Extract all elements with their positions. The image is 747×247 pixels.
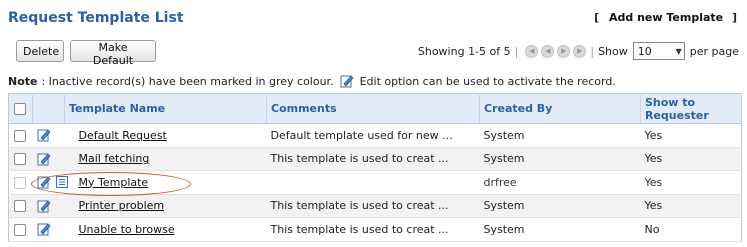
comments-cell: Default template used for new ... [266, 123, 480, 148]
show-to-requester-cell: Yes [640, 147, 742, 171]
row-edit-cell [32, 147, 65, 171]
template-name-link[interactable]: Mail fetching [79, 152, 150, 165]
table-row: Unable to browse This template is used t… [8, 217, 742, 242]
row-edit-cell [32, 123, 65, 148]
chevron-down-icon: ▼ [675, 46, 682, 56]
toolbar: Delete Make Default Showing 1-5 of 5 | ◀… [0, 38, 747, 67]
row-edit-cell [32, 194, 65, 218]
row-checkbox[interactable] [14, 200, 26, 213]
table-row: Printer problem This template is used to… [8, 194, 742, 218]
created-by-cell: System [479, 123, 641, 148]
per-page-value: 10 [637, 44, 652, 58]
bracket-close: ] [731, 11, 737, 24]
column-header-template-name[interactable]: Template Name [64, 93, 267, 124]
template-name-cell: Default Request [64, 123, 267, 148]
edit-icon[interactable] [37, 152, 51, 166]
show-to-requester-cell: Yes [640, 170, 742, 195]
note: Note : Inactive record(s) have been mark… [8, 74, 616, 88]
add-new-template-link[interactable]: Add new Template [609, 11, 723, 24]
row-checkbox[interactable] [14, 176, 26, 189]
column-header-comments[interactable]: Comments [266, 93, 480, 124]
template-name-cell: Printer problem [64, 194, 267, 218]
template-name-link[interactable]: My Template [79, 176, 149, 189]
edit-icon[interactable] [37, 222, 51, 236]
pager-separator: | [514, 44, 519, 58]
comments-cell [266, 170, 480, 195]
table-header-row: Template Name Comments Created By Show t… [8, 93, 742, 124]
previous-page-icon[interactable]: ◀ [541, 44, 555, 58]
first-page-icon[interactable]: ◀ [525, 44, 539, 58]
select-all-header [8, 93, 33, 124]
template-document-icon [55, 176, 68, 189]
pager: Showing 1-5 of 5 | ◀ ◀ ▶ ▶ | Show 10 ▼ p… [418, 40, 739, 62]
edit-icon[interactable] [37, 175, 51, 189]
row-select-cell [8, 123, 33, 148]
show-to-requester-cell: Yes [640, 194, 742, 218]
template-name-cell: Mail fetching [64, 147, 267, 171]
template-name-cell: Unable to browse [64, 217, 267, 242]
note-text-after: Edit option can be used to activate the … [359, 74, 616, 88]
table-row: Mail fetching This template is used to c… [8, 147, 742, 171]
row-edit-cell [32, 170, 68, 195]
template-name-link[interactable]: Unable to browse [79, 223, 175, 236]
add-new-template-area: [ Add new Template ] [594, 11, 737, 24]
row-select-cell [8, 194, 33, 218]
pager-separator-2: | [590, 44, 595, 58]
comments-cell: This template is used to creat ... [266, 147, 480, 171]
delete-button[interactable]: Delete [16, 40, 64, 62]
last-page-icon[interactable]: ▶ [573, 44, 587, 58]
column-header-show-to-requester[interactable]: Show to Requester [640, 93, 742, 124]
template-name-cell: My Template [64, 170, 267, 195]
comments-cell: This template is used to creat ... [266, 217, 480, 242]
make-default-button[interactable]: Make Default [70, 40, 156, 67]
template-name-link[interactable]: Default Request [79, 129, 167, 142]
bracket-open: [ [594, 11, 600, 24]
row-checkbox[interactable] [14, 153, 26, 166]
note-label: Note [8, 74, 38, 88]
template-table: Template Name Comments Created By Show t… [8, 93, 742, 242]
per-page-select[interactable]: 10 ▼ [632, 42, 685, 60]
note-text-before: : Inactive record(s) have been marked in… [41, 74, 334, 88]
created-by-cell: System [479, 217, 641, 242]
row-checkbox[interactable] [14, 223, 26, 236]
select-all-checkbox[interactable] [14, 103, 26, 115]
next-page-icon[interactable]: ▶ [557, 44, 571, 58]
column-header-created-by[interactable]: Created By [479, 93, 641, 124]
created-by-cell: drfree [479, 170, 641, 195]
comments-cell: This template is used to creat ... [266, 194, 480, 218]
edit-icon[interactable] [37, 128, 51, 142]
edit-icon[interactable] [37, 199, 51, 213]
show-to-requester-cell: Yes [640, 123, 742, 148]
created-by-cell: System [479, 147, 641, 171]
row-select-cell [8, 147, 33, 171]
template-name-link[interactable]: Printer problem [79, 199, 165, 212]
title-bar: Request Template List [ Add new Template… [0, 0, 747, 34]
showing-count: Showing 1-5 of 5 [417, 44, 511, 58]
edit-column-header [32, 93, 65, 124]
edit-icon [340, 75, 354, 88]
show-to-requester-cell: No [640, 217, 742, 242]
table-row-inactive: My Template drfree Yes [8, 170, 742, 195]
table-row: Default Request Default template used fo… [8, 123, 742, 148]
row-checkbox[interactable] [14, 129, 26, 142]
created-by-cell: System [479, 194, 641, 218]
page-title: Request Template List [8, 10, 184, 26]
row-select-cell [8, 170, 33, 195]
per-page-label: per page [689, 44, 739, 58]
row-select-cell [8, 217, 33, 242]
show-label: Show [598, 44, 628, 58]
row-edit-cell [32, 217, 65, 242]
